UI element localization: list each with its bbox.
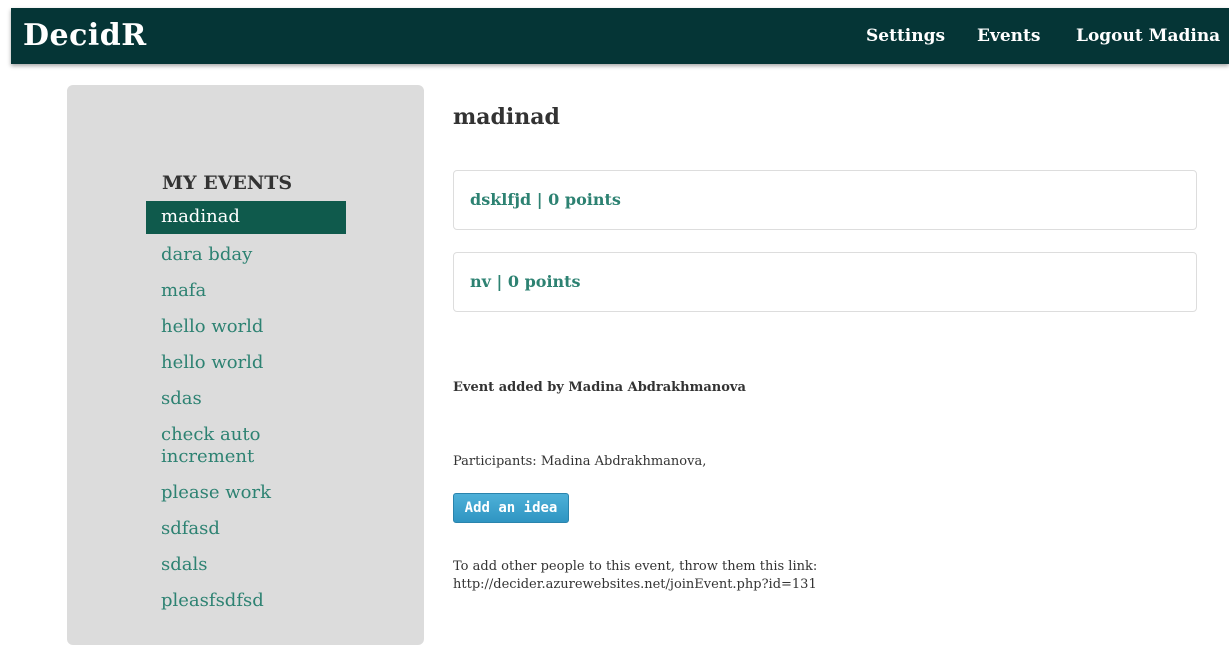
sidebar-item-dara-bday[interactable]: dara bday <box>146 240 346 270</box>
nav-logout-link[interactable]: Logout Madina <box>1076 25 1220 47</box>
sidebar-item-mafa[interactable]: mafa <box>146 276 346 306</box>
sidebar-item-sdals[interactable]: sdals <box>146 550 346 580</box>
idea-card: dsklfjd | 0 points <box>453 170 1197 230</box>
participants-label: Participants: <box>453 454 537 469</box>
event-title: madinad <box>453 104 560 130</box>
top-navbar: DecidR Settings Events Logout Madina <box>11 8 1229 64</box>
add-idea-button[interactable]: Add an idea <box>453 493 569 523</box>
events-list: madinad dara bday mafa hello world hello… <box>146 201 346 622</box>
participants-line: Participants: Madina Abdrakhmanova, <box>453 453 706 471</box>
sidebar-item-please-work[interactable]: please work <box>146 478 346 508</box>
participants-names: Madina Abdrakhmanova, <box>540 454 707 469</box>
nav-events-link[interactable]: Events <box>977 25 1040 47</box>
event-added-by: Event added by Madina Abdrakhmanova <box>453 380 746 395</box>
nav-settings-link[interactable]: Settings <box>866 25 945 47</box>
sidebar-item-pleasfsdfsd[interactable]: pleasfsdfsd <box>146 586 346 616</box>
sidebar-item-check-auto-increment[interactable]: check auto increment <box>146 420 286 472</box>
invite-text-line: To add other people to this event, throw… <box>453 559 818 574</box>
brand-logo[interactable]: DecidR <box>23 18 147 54</box>
idea-link[interactable]: dsklfjd | 0 points <box>470 190 621 210</box>
invite-instructions: To add other people to this event, throw… <box>453 558 873 594</box>
sidebar-item-hello-world[interactable]: hello world <box>146 312 346 342</box>
invite-link[interactable]: http://decider.azurewebsites.net/joinEve… <box>453 576 873 594</box>
idea-card: nv | 0 points <box>453 252 1197 312</box>
idea-link[interactable]: nv | 0 points <box>470 272 581 292</box>
sidebar-item-madinad[interactable]: madinad <box>146 201 346 234</box>
sidebar-heading: MY EVENTS <box>162 172 293 194</box>
sidebar-item-sdfasd[interactable]: sdfasd <box>146 514 346 544</box>
events-sidebar: MY EVENTS madinad dara bday mafa hello w… <box>67 85 424 645</box>
sidebar-item-sdas[interactable]: sdas <box>146 384 346 414</box>
sidebar-item-hello-world-2[interactable]: hello world <box>146 348 346 378</box>
